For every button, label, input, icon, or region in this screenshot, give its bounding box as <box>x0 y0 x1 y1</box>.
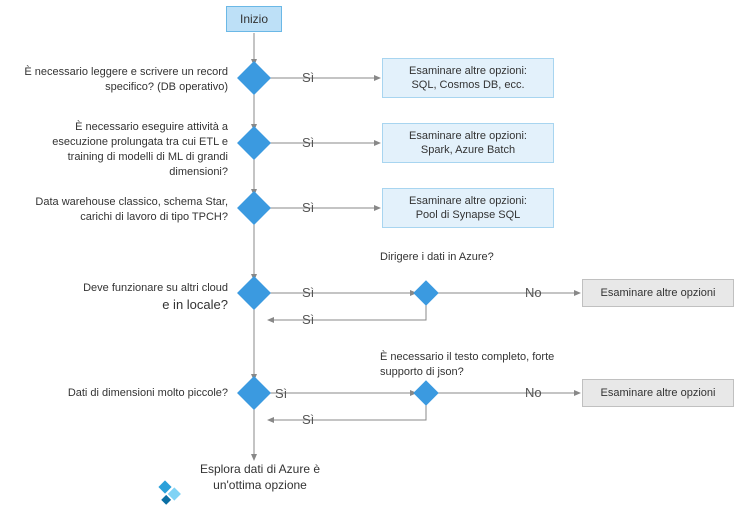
yes-label: Sì <box>302 200 314 215</box>
yes-label: Sì <box>302 412 314 427</box>
decision-4 <box>237 276 271 310</box>
yes-label: Sì <box>302 135 314 150</box>
yes-label: Sì <box>275 386 287 401</box>
action-1: Esaminare altre opzioni: SQL, Cosmos DB, … <box>382 58 554 98</box>
action-2-l1: Esaminare altre opzioni: <box>409 130 527 142</box>
decision-5b-text: È necessario il testo completo, forte su… <box>380 350 590 380</box>
action-4: Esaminare altre opzioni <box>582 279 734 307</box>
final-l1: Esplora dati di Azure è <box>200 462 320 476</box>
yes-label: Sì <box>302 312 314 327</box>
end-node: Esplora dati di Azure è un'ottima opzione <box>180 462 340 493</box>
decision-1-text: È necessario leggere e scrivere un recor… <box>18 65 228 95</box>
decision-4-text: Deve funzionare su altri cloud e in local… <box>18 281 228 314</box>
final-l2: un'ottima opzione <box>213 478 307 492</box>
decision-5-text: Dati di dimensioni molto piccole? <box>18 386 228 401</box>
no-label: No <box>525 285 542 300</box>
action-2: Esaminare altre opzioni: Spark, Azure Bat… <box>382 123 554 163</box>
action-1-l1: Esaminare altre opzioni: <box>409 65 527 77</box>
q4-l2: e in locale? <box>162 297 228 312</box>
no-label: No <box>525 385 542 400</box>
decision-4b-text: Dirigere i dati in Azure? <box>380 250 500 265</box>
decision-3 <box>237 191 271 225</box>
yes-label: Sì <box>302 285 314 300</box>
decision-2 <box>237 126 271 160</box>
decision-1 <box>237 61 271 95</box>
action-3-l1: Esaminare altre opzioni: <box>409 195 527 207</box>
action-3: Esaminare altre opzioni: Pool di Synapse … <box>382 188 554 228</box>
decision-2-text: È necessario eseguire attività a esecuzi… <box>18 120 228 179</box>
decision-3-text: Data warehouse classico, schema Star, ca… <box>18 195 228 225</box>
q4-l1: Deve funzionare su altri cloud <box>83 282 228 294</box>
action-3-l2: Pool di Synapse SQL <box>416 209 521 221</box>
decision-5b <box>413 380 438 405</box>
action-1-l2: SQL, Cosmos DB, ecc. <box>411 79 524 91</box>
yes-label: Sì <box>302 70 314 85</box>
action-5: Esaminare altre opzioni <box>582 379 734 407</box>
decision-5 <box>237 376 271 410</box>
decision-4b <box>413 280 438 305</box>
action-2-l2: Spark, Azure Batch <box>421 144 515 156</box>
start-node: Inizio <box>226 6 282 32</box>
